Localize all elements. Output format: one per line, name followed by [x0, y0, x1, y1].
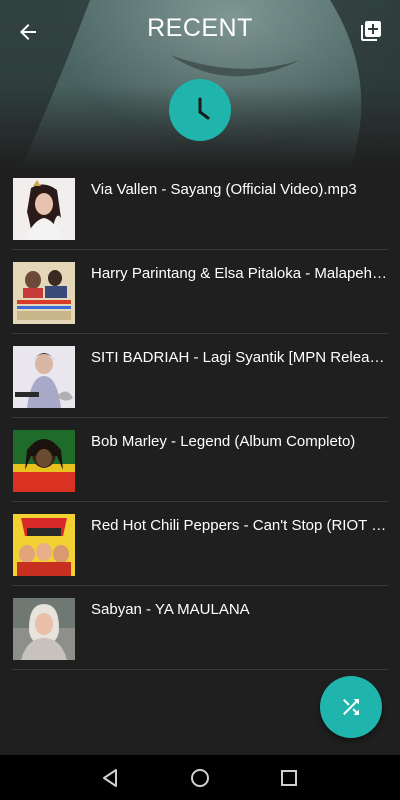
shuffle-icon	[343, 699, 359, 715]
recent-clock-badge	[169, 79, 231, 141]
track-title: Harry Parintang & Elsa Pitaloka - Malape…	[91, 265, 388, 282]
list-item[interactable]: Harry Parintang & Elsa Pitaloka - Malape…	[0, 250, 400, 334]
list-item[interactable]: Red Hot Chili Peppers - Can't Stop (RIOT…	[0, 502, 400, 586]
nav-recents-icon	[281, 770, 297, 786]
track-thumbnail	[13, 346, 75, 408]
list-item[interactable]: Bob Marley - Legend (Album Completo)	[0, 418, 400, 502]
list-item[interactable]: SITI BADRIAH - Lagi Syantik [MPN Release…	[0, 334, 400, 418]
add-to-playlist-button[interactable]	[356, 16, 386, 46]
track-thumbnail	[13, 598, 75, 660]
nav-back-button[interactable]	[98, 765, 124, 791]
track-title: SITI BADRIAH - Lagi Syantik [MPN Release…	[91, 349, 388, 366]
nav-recents-button[interactable]	[276, 765, 302, 791]
nav-back-icon	[103, 769, 117, 787]
nav-home-button[interactable]	[187, 765, 213, 791]
header: RECENT	[0, 0, 400, 170]
nav-home-icon	[191, 769, 209, 787]
playlist-add-icon	[361, 21, 381, 41]
recent-track-list: Via Vallen - Sayang (Official Video).mp3…	[0, 166, 400, 670]
page-title: RECENT	[147, 14, 253, 42]
clock-icon	[198, 97, 210, 120]
track-thumbnail	[13, 514, 75, 576]
list-item[interactable]: Sabyan - YA MAULANA	[0, 586, 400, 670]
track-thumbnail	[13, 262, 75, 324]
system-nav-bar	[0, 755, 400, 800]
shuffle-button[interactable]	[320, 676, 382, 738]
track-thumbnail	[13, 178, 75, 240]
list-item[interactable]: Via Vallen - Sayang (Official Video).mp3	[0, 166, 400, 250]
track-title: Red Hot Chili Peppers - Can't Stop (RIOT…	[91, 517, 388, 534]
track-thumbnail	[13, 430, 75, 492]
app: RECENT Via Vallen - Sayang (Official Vid…	[0, 0, 400, 800]
track-title: Via Vallen - Sayang (Official Video).mp3	[91, 181, 357, 198]
track-title: Bob Marley - Legend (Album Completo)	[91, 433, 356, 450]
track-title: Sabyan - YA MAULANA	[91, 601, 250, 618]
